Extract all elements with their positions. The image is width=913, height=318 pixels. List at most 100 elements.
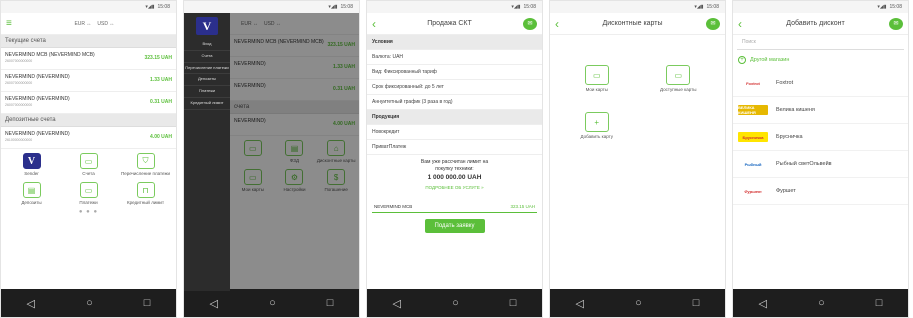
phone-drawer: ▾◢▮ 15:08 EUR ↔ USD ↔ NEVERMIND MCB (NEVE… xyxy=(183,0,360,318)
recent-nav-icon[interactable]: □ xyxy=(327,297,334,309)
account-row[interactable]: NEVERMIND (NEVERMIND) 26100000000000 4.00… xyxy=(1,127,176,149)
info-row: Срок фиксированный: до 5 лет xyxy=(367,80,542,95)
account-name: NEVERMIND (NEVERMIND) xyxy=(5,74,70,80)
android-nav-bar: ◁ ○ □ xyxy=(733,289,908,317)
tile-my-cards[interactable]: ▭ Мои карты xyxy=(556,65,638,92)
drawer-item[interactable]: Платежи xyxy=(184,86,230,98)
shop-name: Велика кишеня xyxy=(776,107,815,113)
tile-transfers[interactable]: ⛉ Перечисление платежи xyxy=(117,153,174,176)
top-bar: ≡ EUR ↔ USD ↔ xyxy=(1,13,176,35)
recent-nav-icon[interactable]: □ xyxy=(693,297,700,309)
promo-line: покупку техники: xyxy=(435,166,474,172)
info-row: Аннуитетный график (3 раза в год) xyxy=(367,95,542,110)
android-nav-bar: ◁ ○ □ xyxy=(184,289,359,317)
limit-promo: Вам уже рассчитан лимит на покупку техни… xyxy=(367,155,542,195)
account-amount: 1.33 UAH xyxy=(150,77,172,83)
drawer-item[interactable]: Депозиты xyxy=(184,74,230,87)
furshet-logo: Фуршет xyxy=(744,188,762,194)
info-row: ПриватПлатеж xyxy=(367,140,542,155)
shop-item[interactable]: ВЕЛИКА КИШЕНЯ Велика кишеня xyxy=(733,97,908,124)
recent-nav-icon[interactable]: □ xyxy=(876,297,883,309)
tile-label: Платежи xyxy=(79,200,98,205)
account-row[interactable]: NEVERMIND (NEVERMIND) 26007000000000 0.31… xyxy=(1,92,176,114)
tile-available-cards[interactable]: ▭ Доступные карты xyxy=(638,65,720,92)
chat-icon[interactable]: ✉ xyxy=(889,17,903,30)
chat-icon[interactable]: ✉ xyxy=(523,17,537,30)
shop-item[interactable]: Фуршет Фуршет xyxy=(733,178,908,205)
account-amount: 4.00 UAH xyxy=(150,134,172,140)
account-select[interactable]: NEVERMIND MCB 323.15 UAH xyxy=(372,201,537,214)
drawer-item[interactable]: Вход xyxy=(184,39,230,51)
back-nav-icon[interactable]: ◁ xyxy=(759,297,767,310)
shop-item[interactable]: Рыбный Рыбный светОльвейв xyxy=(733,151,908,178)
currency-eur[interactable]: EUR ↔ xyxy=(74,21,91,27)
section-header: Продукция xyxy=(367,110,542,125)
info-row: Вид: Фиксированный тариф xyxy=(367,65,542,80)
home-nav-icon[interactable]: ○ xyxy=(818,297,825,309)
status-bar: ▾◢▮ 15:08 xyxy=(184,1,359,13)
chat-icon[interactable]: ✉ xyxy=(706,17,720,30)
info-row: Валюта: UAH xyxy=(367,50,542,65)
recent-nav-icon[interactable]: □ xyxy=(144,297,151,309)
home-nav-icon[interactable]: ○ xyxy=(635,297,642,309)
recent-nav-icon[interactable]: □ xyxy=(510,297,517,309)
tile-add-card[interactable]: + Добавить карту xyxy=(556,112,638,139)
submit-application-button[interactable]: Подать заявку xyxy=(424,219,485,234)
account-row[interactable]: NEVERMIND (NEVERMIND) 26007000000000 1.33… xyxy=(1,70,176,92)
back-arrow-icon[interactable]: ‹ xyxy=(555,18,559,30)
fish-shop-logo: Рыбный xyxy=(744,161,762,167)
home-nav-icon[interactable]: ○ xyxy=(86,297,93,309)
velyka-kyshenia-logo: ВЕЛИКА КИШЕНЯ xyxy=(738,105,768,115)
tile-label: Доступные карты xyxy=(660,87,697,92)
account-number: 26007000000000 xyxy=(5,80,33,85)
back-nav-icon[interactable]: ◁ xyxy=(27,297,35,310)
back-arrow-icon[interactable]: ‹ xyxy=(738,18,742,30)
section-deposit-accounts: Депозитные счета xyxy=(1,114,176,127)
shop-name: Фуршет xyxy=(776,188,796,194)
status-time: 15:08 xyxy=(889,4,902,10)
other-shop-button[interactable]: + Другой магазин xyxy=(733,50,908,70)
android-nav-bar: ◁ ○ □ xyxy=(1,289,176,317)
tile-accounts[interactable]: ▭ Счета xyxy=(60,153,117,176)
tile-deposits[interactable]: ▤ Депозиты xyxy=(3,182,60,205)
back-nav-icon[interactable]: ◁ xyxy=(210,297,218,310)
drawer-item[interactable]: Счета xyxy=(184,51,230,63)
brand-logo-icon: V xyxy=(196,17,218,35)
tile-label: Перечисление платежи xyxy=(120,171,171,176)
back-nav-icon[interactable]: ◁ xyxy=(576,297,584,310)
account-row[interactable]: NEVERMIND MCB (NEVERMIND MCB) 26007000000… xyxy=(1,48,176,70)
search-input[interactable]: Поиск xyxy=(737,35,904,50)
menu-icon[interactable]: ≡ xyxy=(6,18,12,29)
tile-label: Sender xyxy=(24,171,39,176)
tile-payments[interactable]: ▭ Платежи xyxy=(60,182,117,205)
back-nav-icon[interactable]: ◁ xyxy=(393,297,401,310)
back-arrow-icon[interactable]: ‹ xyxy=(372,18,376,30)
shop-name: Брусничка xyxy=(776,134,803,140)
shop-item[interactable]: Брусничка Брусничка xyxy=(733,124,908,151)
drawer-scrim[interactable] xyxy=(230,13,359,289)
tile-label: Добавить карту xyxy=(580,134,613,139)
account-name: NEVERMIND (NEVERMIND) xyxy=(5,96,70,102)
tile-sender[interactable]: V Sender xyxy=(3,153,60,176)
home-nav-icon[interactable]: ○ xyxy=(452,297,459,309)
shop-name: Foxtrot xyxy=(776,80,794,86)
drawer-item[interactable]: Кредитный лимит xyxy=(184,98,230,110)
more-info-link[interactable]: ПОДРОБНЕЕ ОБ УСЛУГЕ » xyxy=(371,185,538,191)
account-number: 26007000000000 xyxy=(5,102,33,107)
screenshot-strip: ▾◢▮ 15:08 ≡ EUR ↔ USD ↔ Текущие счета NEV… xyxy=(0,0,913,318)
drawer-item[interactable]: Перечисление платежи xyxy=(184,63,230,75)
status-time: 15:08 xyxy=(157,4,170,10)
home-nav-icon[interactable]: ○ xyxy=(269,297,276,309)
currency-usd[interactable]: USD ↔ xyxy=(97,21,114,27)
shop-item[interactable]: Foxtrot Foxtrot xyxy=(733,70,908,97)
phone-accounts: ▾◢▮ 15:08 ≡ EUR ↔ USD ↔ Текущие счета NEV… xyxy=(0,0,177,318)
cards-check-icon: ▭ xyxy=(666,65,691,85)
shop-name: Рыбный светОльвейв xyxy=(776,161,832,167)
status-time: 15:08 xyxy=(706,4,719,10)
phone-add-discount: ▾◢▮ 15:08 ‹ Добавить дисконт ✉ Поиск + Дру… xyxy=(732,0,909,318)
limit-amount: 1 000 000.00 UAH xyxy=(427,174,482,181)
account-amount: 323.15 UAH xyxy=(144,55,172,61)
tile-credit-limit[interactable]: ⊓ Кредитный лимит xyxy=(117,182,174,205)
card-plus-icon: + xyxy=(584,112,609,132)
page-indicator: ● ● ● xyxy=(78,209,99,215)
